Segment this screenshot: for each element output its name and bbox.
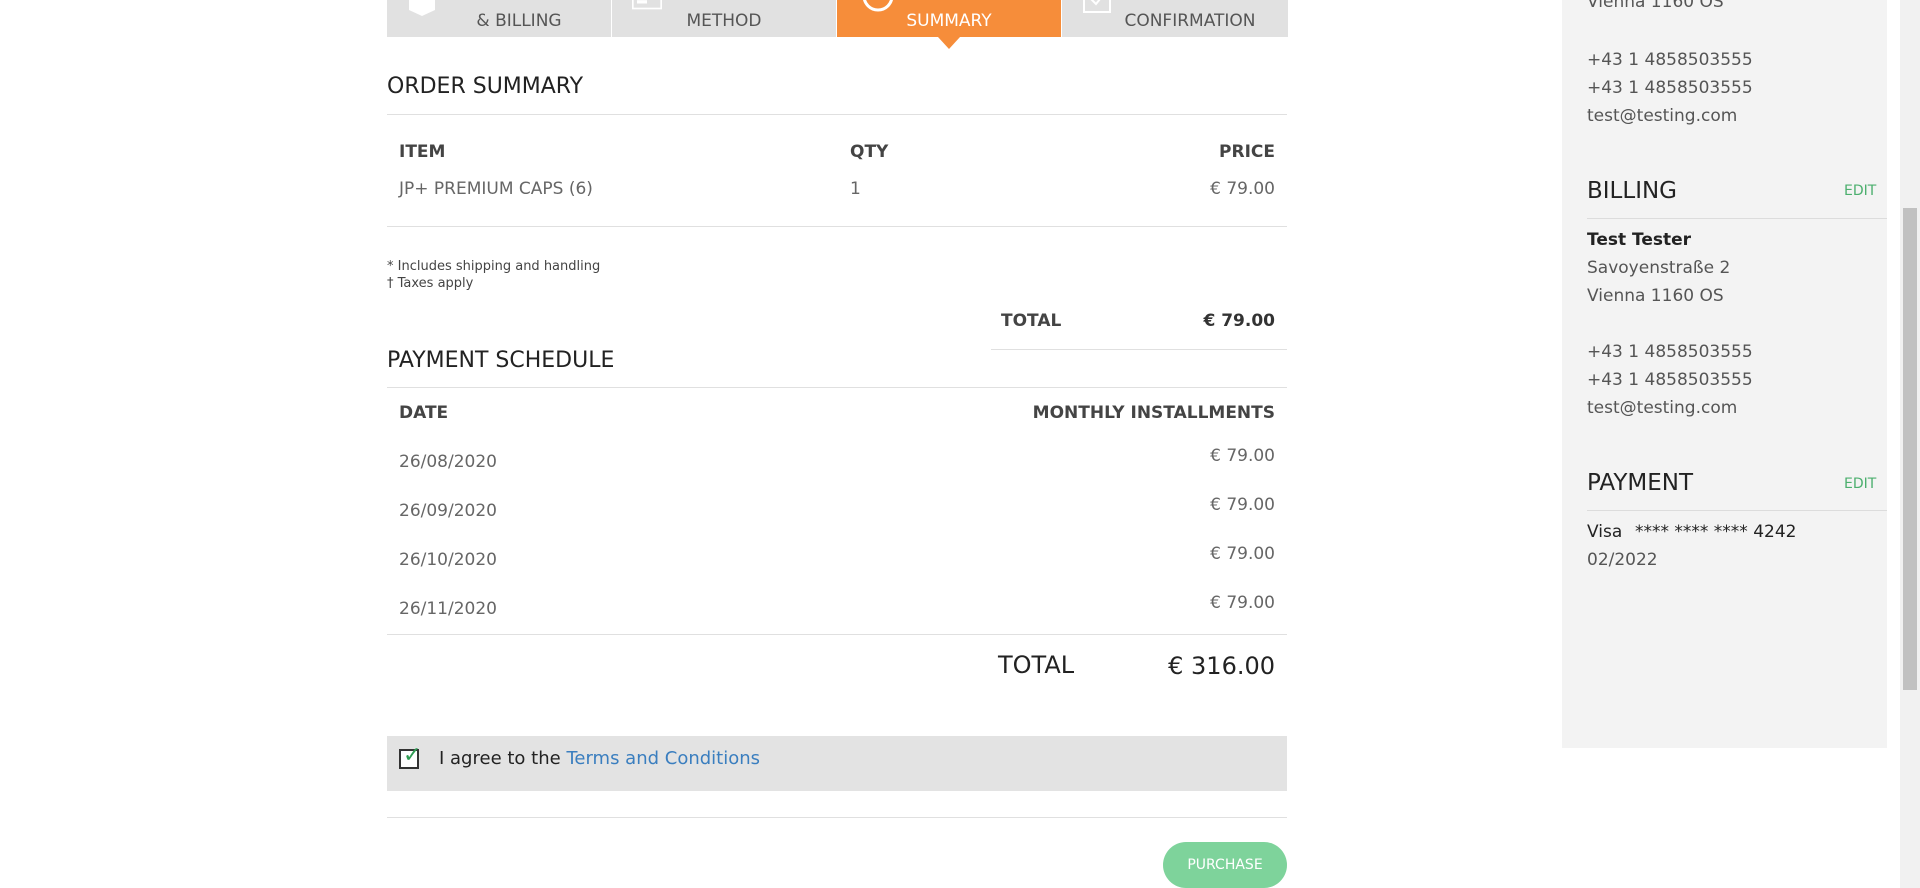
- card-expiry: 02/2022: [1587, 550, 1658, 570]
- terms-prefix: I agree to the: [439, 748, 561, 769]
- schedule-date: 26/11/2020: [399, 599, 497, 619]
- order-total-value: € 79.00: [1203, 311, 1275, 331]
- purchase-button[interactable]: PURCHASE: [1163, 842, 1287, 888]
- billing-phone: +43 1 4858503555: [1587, 370, 1753, 390]
- card-type: Visa: [1587, 522, 1623, 542]
- column-header-item: ITEM: [399, 142, 446, 162]
- order-item-qty: 1: [850, 179, 861, 199]
- order-summary-title: ORDER SUMMARY: [387, 74, 584, 99]
- billing-email: test@testing.com: [1587, 398, 1738, 418]
- shipping-email: test@testing.com: [1587, 106, 1738, 126]
- step-tab-label: SUMMARY: [906, 11, 992, 31]
- divider: [387, 634, 1287, 635]
- step-tab-label: & BILLING: [476, 11, 562, 31]
- divider: [991, 349, 1287, 350]
- scrollbar-thumb[interactable]: [1903, 208, 1917, 690]
- billing-street: Savoyenstraße 2: [1587, 258, 1731, 278]
- column-header-price: PRICE: [1219, 142, 1275, 162]
- divider: [1587, 510, 1887, 511]
- terms-link[interactable]: Terms and Conditions: [566, 748, 760, 769]
- divider: [387, 114, 1287, 115]
- schedule-amount: € 79.00: [1210, 446, 1275, 466]
- divider: [1587, 218, 1887, 219]
- step-tab-label: CONFIRMATION: [1124, 11, 1256, 31]
- billing-edit-link[interactable]: EDIT: [1844, 183, 1876, 199]
- shipping-phone: +43 1 4858503555: [1587, 78, 1753, 98]
- divider: [387, 817, 1287, 818]
- step-tab-billing[interactable]: & BILLING: [387, 0, 611, 37]
- column-header-date: DATE: [399, 403, 449, 423]
- order-total-label: TOTAL: [1001, 311, 1062, 331]
- schedule-amount: € 79.00: [1210, 593, 1275, 613]
- step-tab-confirmation[interactable]: CONFIRMATION: [1062, 0, 1288, 37]
- shipping-note: * Includes shipping and handling: [387, 259, 601, 274]
- order-item-price: € 79.00: [1210, 179, 1275, 199]
- payment-edit-link[interactable]: EDIT: [1844, 476, 1876, 492]
- divider: [387, 387, 1287, 388]
- step-tab-label: METHOD: [686, 11, 762, 31]
- column-header-qty: QTY: [850, 142, 889, 162]
- column-header-installments: MONTHLY INSTALLMENTS: [1032, 403, 1275, 423]
- schedule-total-label: TOTAL: [998, 651, 1075, 679]
- step-tab-summary[interactable]: SUMMARY: [837, 0, 1061, 37]
- billing-phone: +43 1 4858503555: [1587, 342, 1753, 362]
- schedule-amount: € 79.00: [1210, 544, 1275, 564]
- schedule-date: 26/10/2020: [399, 550, 497, 570]
- schedule-total-value: € 316.00: [1168, 652, 1275, 680]
- payment-heading: PAYMENT: [1587, 470, 1694, 496]
- shipping-city-line: Vienna 1160 OS: [1587, 0, 1724, 12]
- schedule-amount: € 79.00: [1210, 495, 1275, 515]
- step-tab-method[interactable]: METHOD: [612, 0, 836, 37]
- billing-name: Test Tester: [1587, 230, 1692, 250]
- divider: [387, 226, 1287, 227]
- shipping-phone: +43 1 4858503555: [1587, 50, 1753, 70]
- checkmark-icon: ✓: [403, 743, 422, 768]
- active-step-indicator: [938, 37, 960, 49]
- schedule-date: 26/09/2020: [399, 501, 497, 521]
- card-number: **** **** **** 4242: [1635, 522, 1797, 542]
- billing-city-line: Vienna 1160 OS: [1587, 286, 1724, 306]
- terms-checkbox[interactable]: ✓: [399, 745, 421, 769]
- tax-note: † Taxes apply: [387, 276, 474, 291]
- terms-agreement-text: I agree to the Terms and Conditions: [439, 748, 760, 769]
- schedule-date: 26/08/2020: [399, 452, 497, 472]
- order-item-name: JP+ PREMIUM CAPS (6): [399, 179, 593, 199]
- billing-heading: BILLING: [1587, 178, 1678, 204]
- payment-schedule-title: PAYMENT SCHEDULE: [387, 348, 615, 373]
